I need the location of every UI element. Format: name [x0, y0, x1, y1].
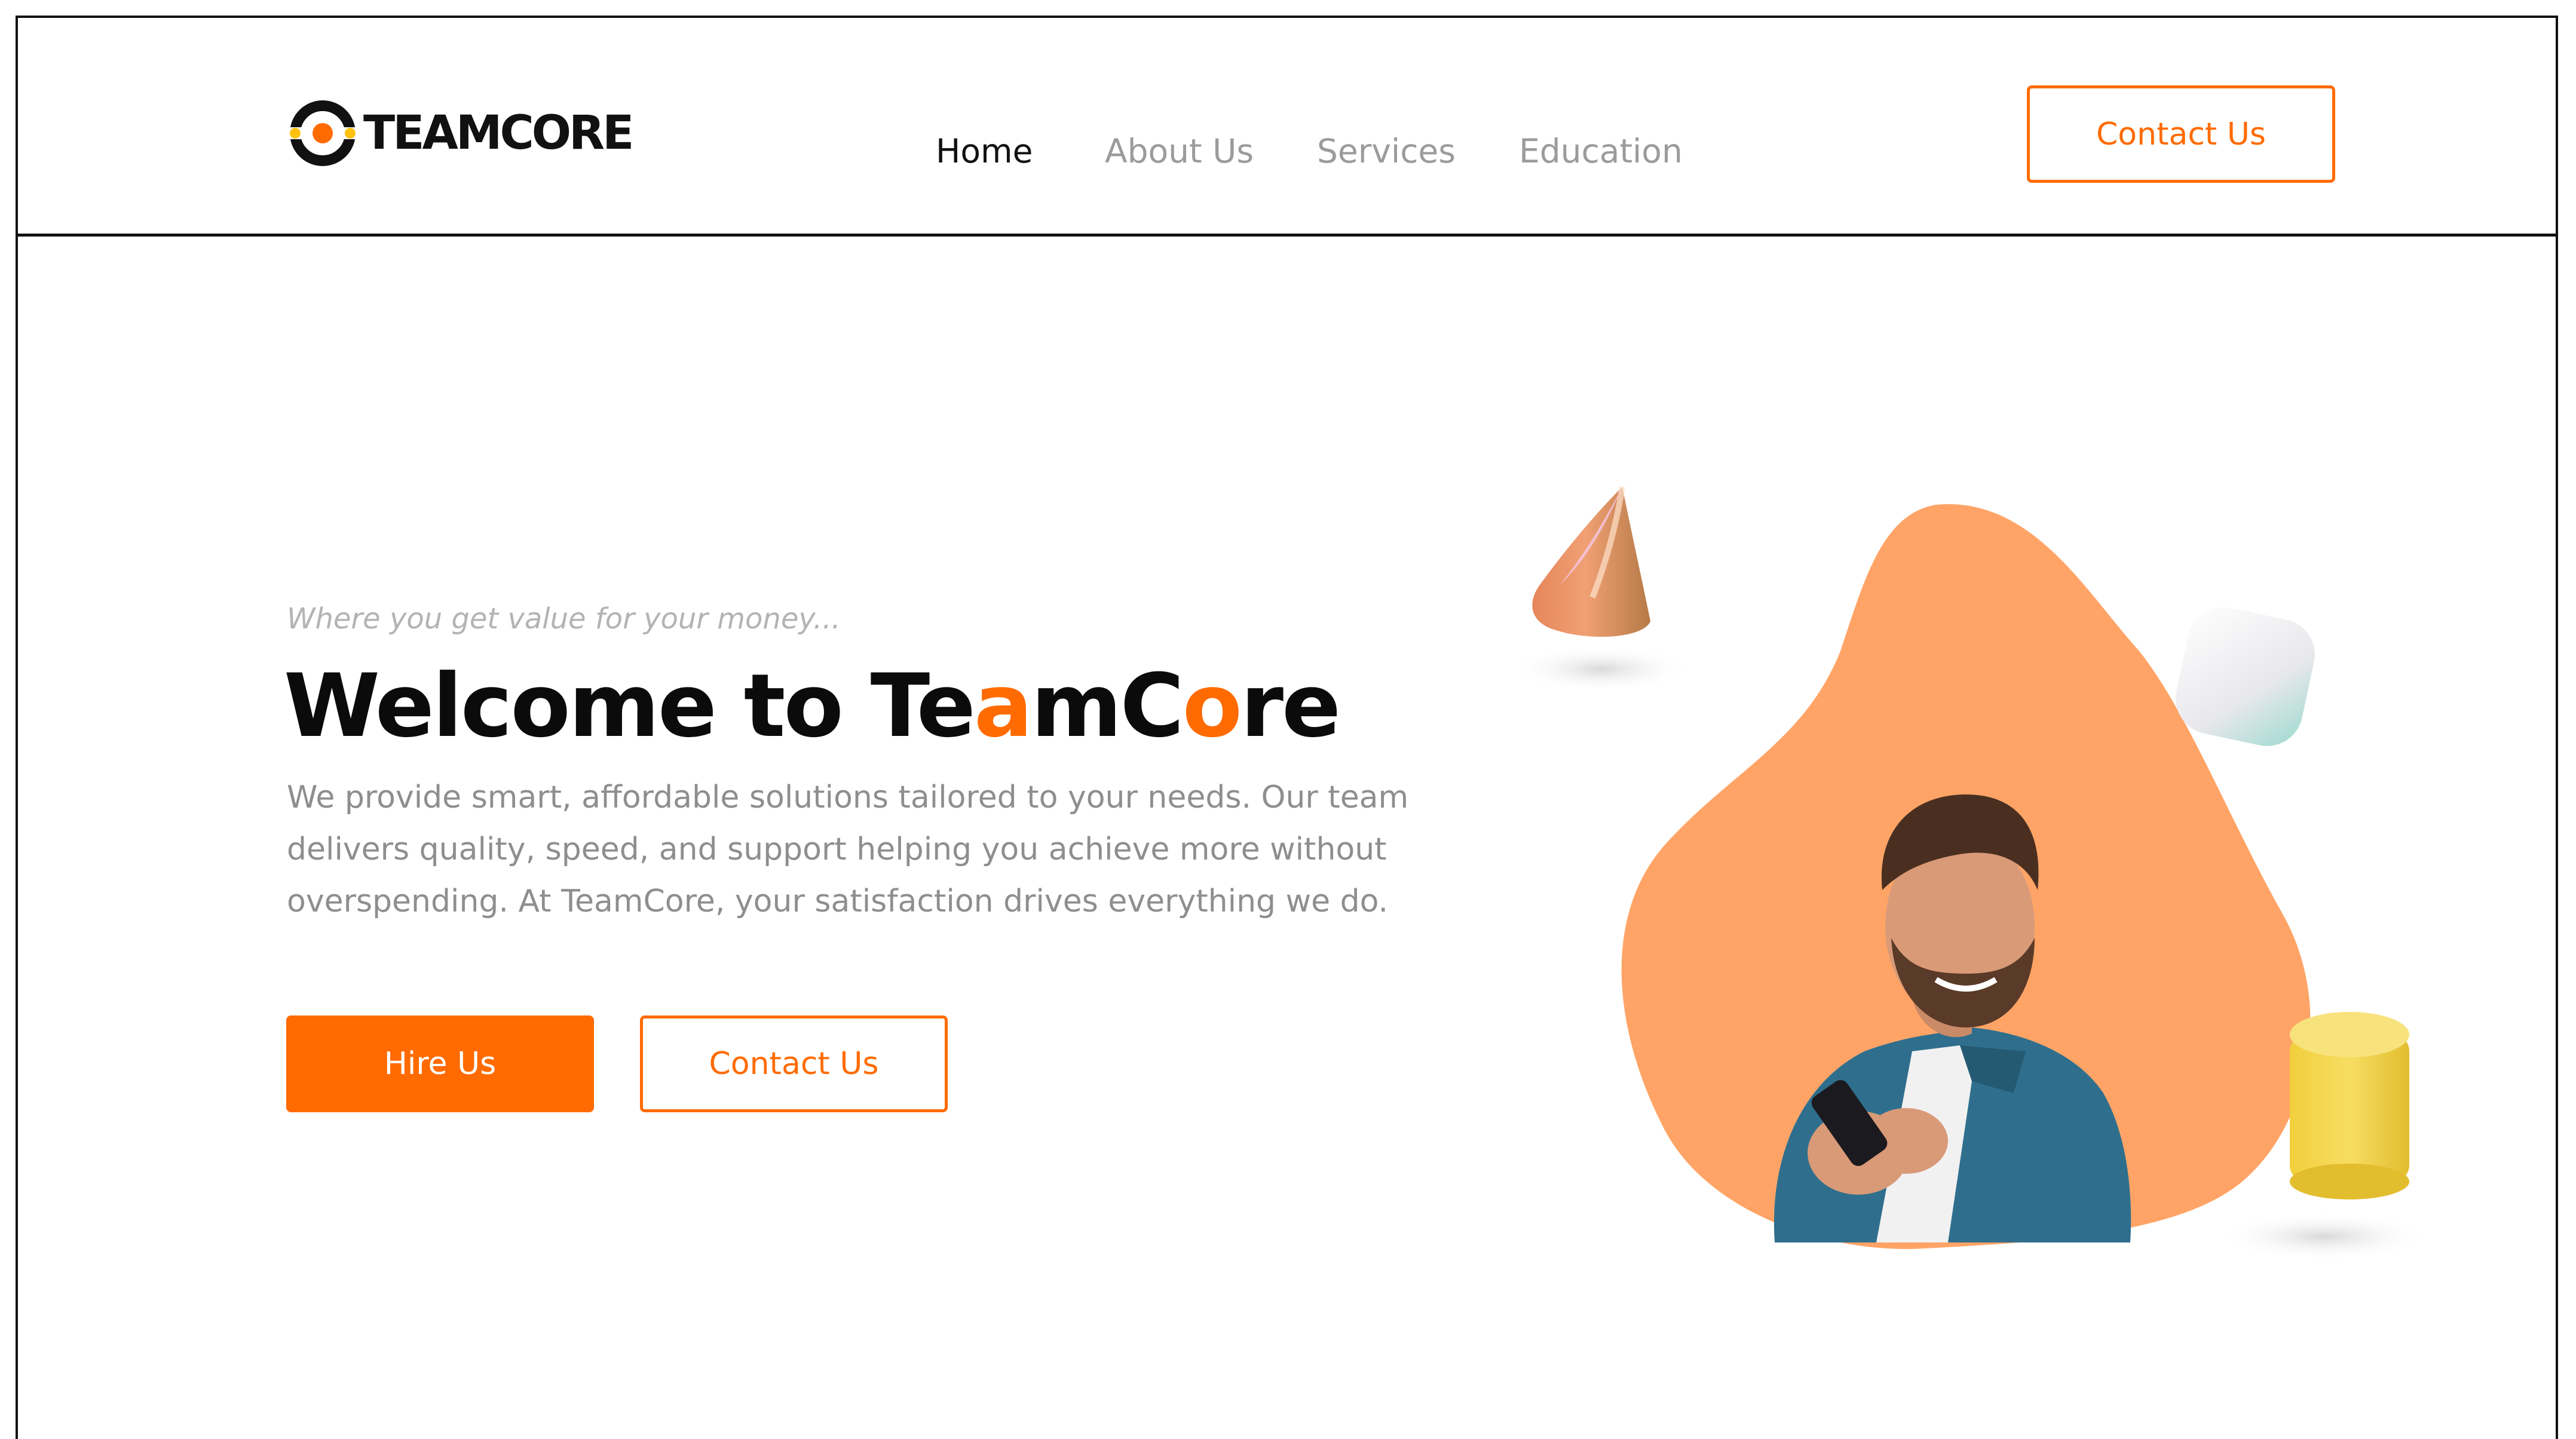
cone-shape — [1532, 486, 1650, 637]
hero-title-part: mC — [1031, 655, 1184, 757]
nav-item-about-us[interactable]: About Us — [1105, 130, 1254, 172]
hero-description: We provide smart, affordable solutions t… — [287, 780, 1409, 919]
hero-title-prefix: Welcome to — [284, 655, 871, 757]
hero-title-part: re — [1240, 655, 1341, 757]
hero-illustration — [1512, 486, 2432, 1260]
hero-tagline: Where you get value for your money... — [287, 602, 841, 636]
hero-contact-button[interactable]: Contact Us — [640, 1015, 948, 1112]
hero-title-accent: o — [1182, 655, 1242, 757]
cube-shape — [2176, 607, 2315, 746]
nav-item-services[interactable]: Services — [1317, 130, 1456, 172]
hero-title-part: Te — [870, 655, 976, 757]
page-frame: TEAMCORE Home About Us Services Educatio… — [16, 16, 2558, 1439]
nav-item-education[interactable]: Education — [1519, 130, 1683, 172]
cone-shadow — [1512, 646, 1691, 692]
cylinder-shadow — [2217, 1213, 2432, 1260]
header-contact-button[interactable]: Contact Us — [2027, 85, 2335, 183]
hero-title-accent: a — [973, 655, 1033, 757]
nav-item-home[interactable]: Home — [936, 130, 1033, 172]
hire-us-button[interactable]: Hire Us — [286, 1015, 594, 1112]
hero-title: Welcome to TeamCore — [284, 652, 1341, 760]
cylinder-shape — [2290, 1012, 2409, 1199]
site-header: TEAMCORE Home About Us Services Educatio… — [18, 18, 2556, 237]
